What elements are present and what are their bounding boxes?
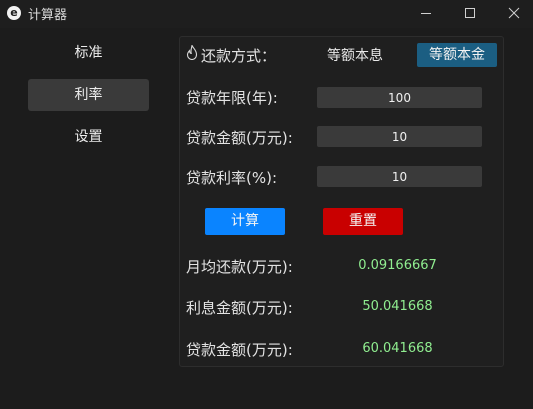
loan-rate-label: 贷款利率(%):	[186, 169, 278, 187]
repayment-method-label: 还款方式：	[201, 47, 277, 65]
method-option-equal-principal[interactable]: 等额本金	[417, 43, 497, 67]
loan-amount-field[interactable]	[317, 126, 482, 147]
sidebar-item-standard[interactable]: 标准	[28, 37, 149, 69]
maximize-button[interactable]	[447, 0, 493, 28]
calculate-button[interactable]: 计算	[205, 208, 285, 235]
close-icon	[508, 7, 520, 19]
sidebar-item-interest-rate[interactable]: 利率	[28, 79, 149, 111]
monthly-payment-label: 月均还款(万元):	[186, 258, 293, 276]
interest-amount-value: 50.041668	[362, 299, 433, 314]
loan-amount-label: 贷款金额(万元):	[186, 129, 293, 147]
close-button[interactable]	[491, 0, 533, 28]
window-title: 计算器	[28, 8, 68, 23]
total-amount-label: 贷款金额(万元):	[186, 341, 293, 359]
method-option-equal-installment[interactable]: 等额本息	[327, 45, 383, 65]
sidebar-item-settings[interactable]: 设置	[28, 121, 149, 153]
total-amount-value: 60.041668	[362, 341, 433, 356]
loan-years-field[interactable]	[317, 87, 482, 108]
title-bar: e 计算器	[0, 0, 533, 28]
loan-rate-field[interactable]	[317, 166, 482, 187]
loan-years-label: 贷款年限(年):	[186, 89, 278, 107]
maximize-icon	[465, 8, 475, 18]
app-logo-icon: e	[7, 6, 21, 20]
monthly-payment-value: 0.09166667	[358, 258, 437, 273]
reset-button[interactable]: 重置	[323, 208, 403, 235]
flame-icon	[186, 45, 198, 60]
minimize-button[interactable]	[403, 0, 449, 28]
minimize-icon	[421, 13, 431, 14]
interest-amount-label: 利息金额(万元):	[186, 299, 293, 317]
